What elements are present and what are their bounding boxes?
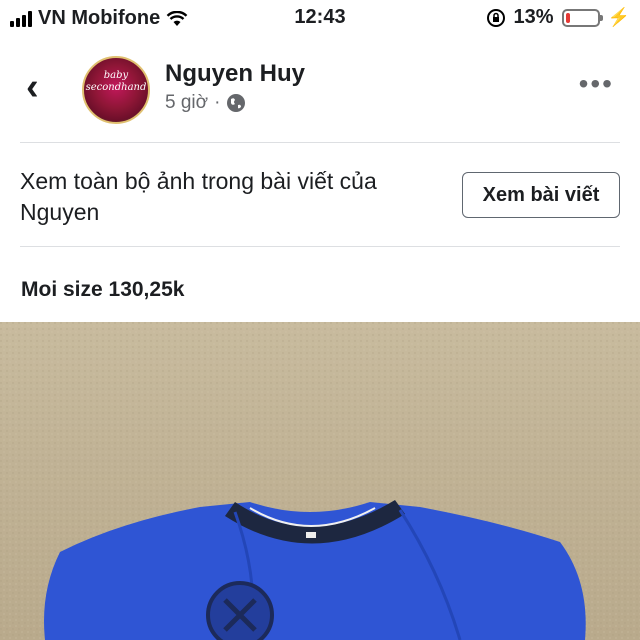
post-photo[interactable] [0, 322, 640, 640]
status-bar: VN Mobifone 12:43 13% ⚡ [0, 0, 640, 36]
charging-icon: ⚡ [607, 7, 630, 27]
divider [20, 246, 620, 247]
rotation-lock-icon [486, 8, 505, 27]
avatar-text-2: secondhand [85, 82, 147, 93]
back-icon[interactable]: ‹ [26, 68, 39, 106]
meta-separator: · [214, 92, 221, 113]
battery-icon [561, 8, 603, 27]
battery-percent: 13% [513, 6, 554, 28]
battery-fill [565, 12, 570, 23]
post-caption: Moi size 130,25k [21, 278, 185, 301]
divider [20, 142, 620, 143]
shirt-image [0, 322, 640, 640]
view-post-button[interactable]: Xem bài viết [462, 172, 620, 218]
more-options-icon[interactable]: ••• [579, 70, 614, 98]
time-ago[interactable]: 5 giờ [165, 92, 208, 114]
shirt-tag [306, 532, 316, 538]
post-header: ‹ baby secondhand Nguyen Huy 5 giờ · ••• [0, 44, 640, 134]
globe-icon [227, 94, 246, 112]
view-all-prompt: Xem toàn bộ ảnh trong bài viết của Nguye… [20, 168, 377, 225]
avatar-text-1: baby [103, 70, 129, 81]
post-meta: 5 giờ · [165, 92, 246, 114]
author-name[interactable]: Nguyen Huy [165, 60, 305, 88]
avatar[interactable]: baby secondhand [82, 56, 150, 124]
